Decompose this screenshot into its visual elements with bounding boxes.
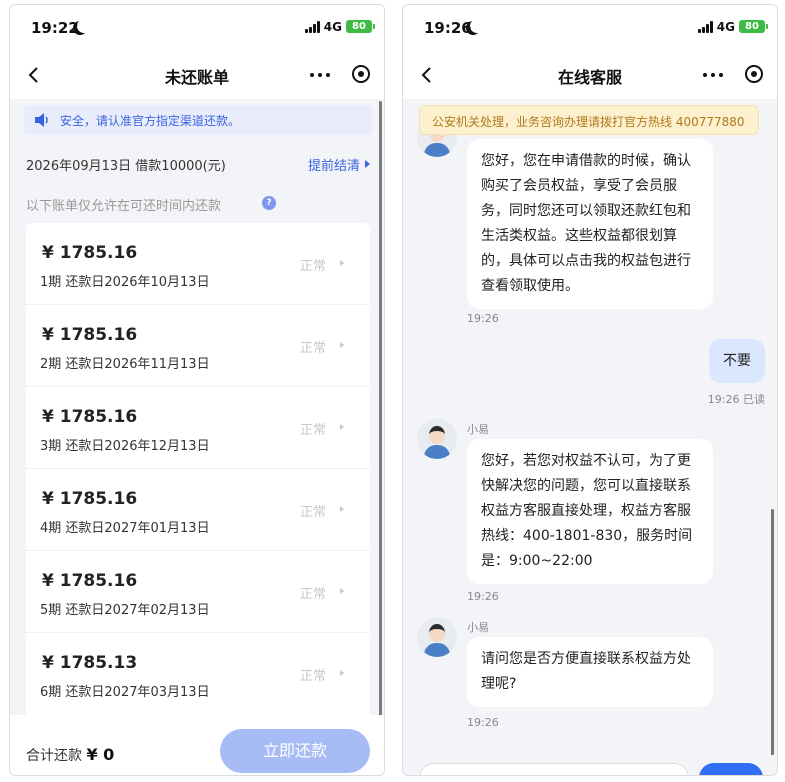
bill-list: ¥ 1785.16 1期 还款日2026年10月13日 正常 ¥ 1785.16…	[26, 223, 370, 717]
agent-name: 小易	[467, 621, 489, 634]
bill-screen: 19:22 4G 80 未还账单 安全，请认准官方指定渠道还款。 2026年09…	[9, 4, 385, 776]
chevron-right-icon	[340, 670, 344, 676]
bill-amount: ¥ 1785.16	[42, 407, 138, 427]
more-icon[interactable]	[701, 67, 725, 83]
pay-now-button[interactable]: 立即还款	[220, 729, 370, 773]
message-input[interactable]	[419, 763, 689, 775]
bill-status: 正常	[299, 669, 326, 684]
loan-summary: 2026年09月13日 借款10000(元) 提前结清	[26, 155, 370, 175]
signal-icon	[305, 21, 321, 33]
bill-due-date: 4期 还款日2027年01月13日	[40, 521, 210, 536]
chevron-right-icon	[340, 588, 344, 594]
help-icon[interactable]: ?	[262, 196, 276, 210]
agent-name: 小易	[467, 423, 489, 436]
chevron-right-icon	[340, 506, 344, 512]
loan-info: 2026年09月13日 借款10000(元)	[26, 159, 226, 174]
bill-item[interactable]: ¥ 1785.16 1期 还款日2026年10月13日 正常	[26, 223, 370, 305]
close-mini-app-icon[interactable]	[352, 65, 370, 83]
bill-item[interactable]: ¥ 1785.16 2期 还款日2026年11月13日 正常	[26, 305, 370, 387]
bill-amount: ¥ 1785.16	[42, 325, 138, 345]
bill-due-date: 6期 还款日2027年03月13日	[40, 685, 210, 700]
nav-bar: 在线客服	[403, 51, 777, 99]
message-time: 19:26	[467, 590, 499, 603]
total-value: ¥ 0	[86, 745, 115, 764]
chat-area: 公安机关处理，业务咨询办理请拨打官方热线 400777880 您好，您在申请借款…	[403, 99, 777, 775]
settle-arrow-icon	[365, 160, 370, 168]
bill-amount: ¥ 1785.16	[42, 489, 138, 509]
message-time: 19:26	[467, 312, 499, 325]
bill-amount: ¥ 1785.16	[42, 243, 138, 263]
bill-status: 正常	[299, 259, 326, 274]
nav-bar: 未还账单	[10, 51, 384, 99]
network-label: 4G	[716, 20, 735, 34]
agent-message: 您好，您在申请借款的时候，确认购买了会员权益，享受了会员服务，同时您还可以领取还…	[467, 139, 713, 309]
bill-status: 正常	[299, 341, 326, 356]
bill-due-date: 3期 还款日2026年12月13日	[40, 439, 210, 454]
signal-icon	[698, 21, 714, 33]
bill-item[interactable]: ¥ 1785.16 4期 还款日2027年01月13日 正常	[26, 469, 370, 551]
close-mini-app-icon[interactable]	[745, 65, 763, 83]
agent-message: 请问您是否方便直接联系权益方处理呢?	[467, 637, 713, 707]
hint-text: 以下账单仅允许在可还时间内还款	[26, 199, 222, 214]
status-bar: 19:26 4G 80	[403, 5, 777, 51]
status-time: 19:22	[31, 19, 79, 37]
status-time: 19:26	[424, 19, 472, 37]
bill-due-date: 2期 还款日2026年11月13日	[40, 357, 210, 372]
bill-status: 正常	[299, 587, 326, 602]
bill-item[interactable]: ¥ 1785.16 5期 还款日2027年02月13日 正常	[26, 551, 370, 633]
scrollbar[interactable]	[771, 509, 774, 759]
total-label: 合计还款	[26, 748, 82, 764]
speaker-icon	[35, 113, 48, 127]
bill-due-date: 1期 还款日2026年10月13日	[40, 275, 210, 290]
scrollbar[interactable]	[379, 101, 382, 751]
more-icon[interactable]	[308, 67, 332, 83]
bill-due-date: 5期 还款日2027年02月13日	[40, 603, 210, 618]
bill-status: 正常	[299, 505, 326, 520]
chat-screen: 19:26 4G 80 在线客服 公安机关处理，业务咨询办理请拨打官方热线 40…	[402, 4, 778, 776]
message-read-time: 19:26 已读	[707, 393, 765, 406]
bill-item[interactable]: ¥ 1785.13 6期 还款日2027年03月13日 正常	[26, 633, 370, 715]
bill-item[interactable]: ¥ 1785.16 3期 还款日2026年12月13日 正常	[26, 387, 370, 469]
notice-bar: 安全，请认准官方指定渠道还款。	[24, 105, 372, 135]
total-repay: 合计还款 ¥ 0	[26, 745, 114, 765]
banner-text: 公安机关处理，业务咨询办理请拨打官方热线 400777880	[432, 115, 745, 129]
status-bar: 19:22 4G 80	[10, 5, 384, 51]
chevron-right-icon	[340, 424, 344, 430]
user-message: 不要	[709, 339, 765, 383]
repay-hint: 以下账单仅允许在可还时间内还款 ?	[26, 195, 370, 215]
agent-avatar	[417, 419, 457, 459]
agent-avatar	[417, 617, 457, 657]
chevron-right-icon	[340, 260, 344, 266]
battery-icon: 80	[739, 20, 768, 33]
chevron-right-icon	[340, 342, 344, 348]
early-settle-link[interactable]: 提前结清	[308, 155, 360, 174]
input-bar	[403, 755, 777, 775]
bill-amount: ¥ 1785.16	[42, 571, 138, 591]
hotline-banner: 公安机关处理，业务咨询办理请拨打官方热线 400777880	[419, 105, 759, 135]
repay-footer: 合计还款 ¥ 0 立即还款	[10, 715, 384, 775]
agent-message: 您好，若您对权益不认可，为了更快解决您的问题，您可以直接联系权益方客服直接处理，…	[467, 439, 713, 584]
moon-icon	[77, 19, 91, 33]
network-label: 4G	[323, 20, 342, 34]
bill-amount: ¥ 1785.13	[42, 653, 138, 673]
battery-icon: 80	[346, 20, 375, 33]
moon-icon	[470, 19, 484, 33]
bill-status: 正常	[299, 423, 326, 438]
send-button[interactable]	[699, 763, 763, 775]
notice-text: 安全，请认准官方指定渠道还款。	[60, 114, 241, 128]
message-time: 19:26	[467, 716, 499, 729]
screenshot-stage: 19:22 4G 80 未还账单 安全，请认准官方指定渠道还款。 2026年09…	[0, 0, 785, 782]
